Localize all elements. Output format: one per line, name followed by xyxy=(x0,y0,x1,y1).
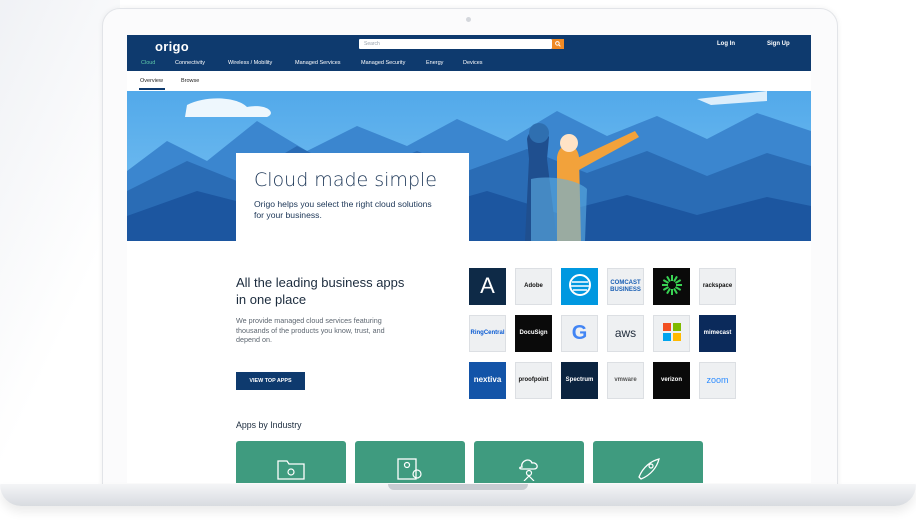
industry-card-2[interactable] xyxy=(355,441,465,483)
browser-screen: origo Search Log In Sign Up Cloud Connec… xyxy=(127,35,811,483)
leading-apps-description: We provide managed cloud services featur… xyxy=(236,316,385,344)
verizon-icon: verizon xyxy=(660,377,682,384)
app-tile-comcast[interactable]: COMCAST BUSINESS xyxy=(607,268,644,305)
app-tile-ringcentral[interactable]: RingCentral xyxy=(469,315,506,352)
comcast-icon: COMCAST BUSINESS xyxy=(610,280,641,293)
industry-card-3[interactable] xyxy=(474,441,584,483)
google-icon: G xyxy=(571,322,588,345)
mimecast-icon: mimecast xyxy=(703,330,732,337)
app-tile-att[interactable] xyxy=(561,268,598,305)
camera-dot xyxy=(466,17,471,22)
nav-energy[interactable]: Energy xyxy=(426,60,443,66)
leading-apps-title: All the leading business apps in one pla… xyxy=(236,275,405,307)
nav-devices[interactable]: Devices xyxy=(463,60,483,66)
top-navigation-bar: origo Search Log In Sign Up Cloud Connec… xyxy=(127,35,811,71)
tab-overview[interactable]: Overview xyxy=(140,78,163,84)
app-tile-adobe[interactable]: Adobe xyxy=(515,268,552,305)
search-button[interactable] xyxy=(552,39,564,49)
nextiva-icon: nextiva xyxy=(473,375,502,385)
app-tile-microsoft[interactable] xyxy=(653,315,690,352)
search-input[interactable]: Search xyxy=(359,39,552,49)
att-icon xyxy=(568,274,591,299)
app-tile-aws[interactable]: aws xyxy=(607,315,644,352)
nav-cloud[interactable]: Cloud xyxy=(141,60,155,66)
nav-connectivity[interactable]: Connectivity xyxy=(175,60,205,66)
docusign-icon: DocuSign xyxy=(519,330,548,337)
cloud-person-icon xyxy=(519,459,538,481)
ringcentral-icon: RingCentral xyxy=(470,330,505,337)
tab-browse[interactable]: Browse xyxy=(181,78,199,84)
app-tile-azure[interactable]: A xyxy=(469,268,506,305)
mountain-illustration xyxy=(127,91,811,241)
proofpoint-icon: proofpoint xyxy=(518,377,549,384)
app-tile-google[interactable]: G xyxy=(561,315,598,352)
apps-by-industry-title: Apps by Industry xyxy=(236,420,302,430)
app-tile-mimecast[interactable]: mimecast xyxy=(699,315,736,352)
nutanix-icon xyxy=(661,274,683,299)
azure-icon: A xyxy=(480,273,495,299)
zoom-icon: zoom xyxy=(706,375,729,386)
nav-managed-security[interactable]: Managed Security xyxy=(361,60,405,66)
nav-managed-services[interactable]: Managed Services xyxy=(295,60,341,66)
hero-card: Cloud made simple Origo helps you select… xyxy=(236,153,469,241)
view-top-apps-button[interactable]: VIEW TOP APPS xyxy=(236,372,305,390)
laptop-notch xyxy=(388,484,528,490)
rackspace-icon: rackspace xyxy=(702,283,733,290)
origo-logo[interactable]: origo xyxy=(155,39,189,54)
app-tile-rackspace[interactable]: rackspace xyxy=(699,268,736,305)
app-tile-verizon[interactable]: verizon xyxy=(653,362,690,399)
industry-card-4[interactable] xyxy=(593,441,703,483)
app-tile-proofpoint[interactable]: proofpoint xyxy=(515,362,552,399)
search-icon xyxy=(555,41,561,47)
nav-wireless-mobility[interactable]: Wireless / Mobility xyxy=(228,60,272,66)
spectrum-icon: Spectrum xyxy=(565,377,594,384)
active-tab-indicator xyxy=(139,88,165,90)
adobe-icon: Adobe xyxy=(524,283,543,290)
signup-link[interactable]: Sign Up xyxy=(767,41,790,47)
login-link[interactable]: Log In xyxy=(717,41,735,47)
sub-navigation: Overview Browse xyxy=(127,71,811,92)
id-card-gear-icon xyxy=(397,458,422,480)
industry-card-1[interactable] xyxy=(236,441,346,483)
rocket-icon xyxy=(638,458,660,480)
app-tile-zoom[interactable]: zoom xyxy=(699,362,736,399)
app-tile-nextiva[interactable]: nextiva xyxy=(469,362,506,399)
aws-icon: aws xyxy=(614,326,637,341)
app-tile-docusign[interactable]: DocuSign xyxy=(515,315,552,352)
hero-subtitle: Origo helps you select the right cloud s… xyxy=(254,199,432,220)
app-tile-spectrum[interactable]: Spectrum xyxy=(561,362,598,399)
hero-title: Cloud made simple xyxy=(254,169,437,191)
vmware-icon: vmware xyxy=(614,377,637,384)
microsoft-icon xyxy=(662,323,681,344)
hero-banner: Cloud made simple Origo helps you select… xyxy=(127,91,811,241)
folder-icon xyxy=(277,460,305,480)
app-tile-nutanix[interactable] xyxy=(653,268,690,305)
app-tile-vmware[interactable]: vmware xyxy=(607,362,644,399)
